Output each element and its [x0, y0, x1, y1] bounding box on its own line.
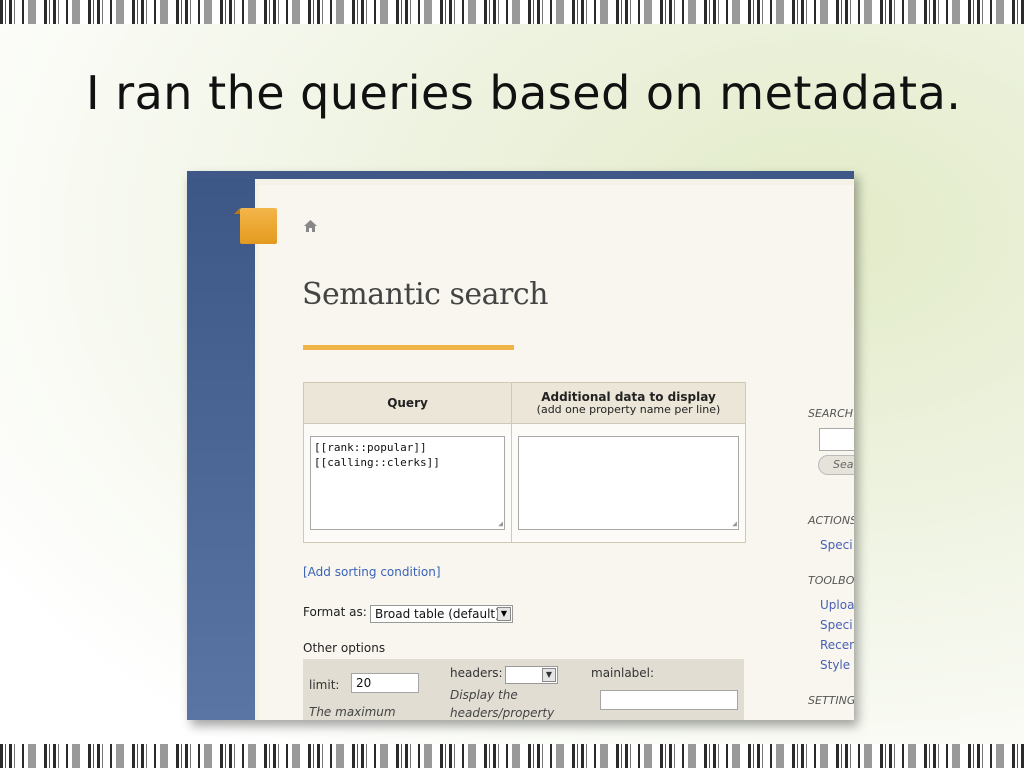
query-cell: [[rank::popular]] [[calling::clerks]] [303, 423, 512, 543]
limit-help-text: The maximum [309, 705, 396, 719]
headers-select[interactable]: ▼ [505, 666, 558, 684]
sidebar-search-input[interactable] [819, 428, 854, 451]
additional-data-subheader: (add one property name per line) [536, 403, 721, 416]
limit-input[interactable]: 20 [351, 673, 419, 693]
chevron-down-icon: ▼ [542, 668, 556, 682]
actions-heading: ACTIONS [808, 514, 854, 527]
title-underline [303, 345, 514, 350]
format-select[interactable]: Broad table (default) ▼ [370, 605, 513, 623]
left-blue-panel [187, 171, 255, 720]
query-header-label: Query [387, 396, 428, 410]
query-header: Query [303, 382, 512, 424]
format-label: Format as: [303, 605, 367, 619]
query-textarea[interactable]: [[rank::popular]] [[calling::clerks]] [310, 436, 505, 530]
sidebar-search-button[interactable]: Sea [818, 455, 854, 475]
page-title: Semantic search [302, 277, 548, 312]
mainlabel-label: mainlabel: [591, 666, 655, 680]
home-icon[interactable] [304, 220, 317, 236]
headers-help-line1: Display the [450, 688, 518, 702]
slide-title: I ran the queries based on metadata. [86, 66, 962, 120]
sidebar-link-upload[interactable]: Uploa [820, 598, 854, 612]
mainlabel-input[interactable] [600, 690, 738, 710]
bottom-barcode-decoration [0, 744, 1024, 768]
headers-help-line2: headers/property [450, 706, 555, 720]
sidebar-link-style[interactable]: Style [820, 658, 850, 672]
additional-data-textarea[interactable] [518, 436, 739, 530]
format-select-value: Broad table (default) [375, 607, 500, 621]
other-options-label: Other options [303, 641, 386, 655]
additional-data-cell [511, 423, 746, 543]
embedded-screenshot: Semantic search Query Additional data to… [187, 171, 854, 720]
additional-data-header-label: Additional data to display [541, 390, 716, 404]
other-options-panel: limit: 20 The maximum headers: ▼ Display… [303, 659, 744, 720]
sidebar-link-special[interactable]: Speci [820, 618, 853, 632]
search-heading: SEARCH [808, 407, 854, 420]
headers-label: headers: [450, 666, 503, 680]
query-table: Query Additional data to display (add on… [303, 382, 746, 543]
right-sidebar: SEARCH Sea ACTIONS Speci TOOLBO Uploa Sp… [791, 407, 854, 720]
additional-data-header: Additional data to display (add one prop… [511, 382, 746, 424]
toolbox-heading: TOOLBO [808, 574, 854, 587]
limit-label: limit: [309, 678, 340, 692]
add-sorting-condition-link[interactable]: [Add sorting condition] [303, 565, 441, 579]
sidebar-link-recent[interactable]: Recen [820, 638, 854, 652]
orange-tab-icon [234, 208, 277, 244]
sidebar-link-actions-special[interactable]: Speci [820, 538, 853, 552]
settings-heading: SETTING [808, 694, 854, 707]
top-barcode-decoration [0, 0, 1024, 24]
chevron-down-icon: ▼ [497, 607, 511, 621]
top-blue-band [187, 171, 854, 179]
